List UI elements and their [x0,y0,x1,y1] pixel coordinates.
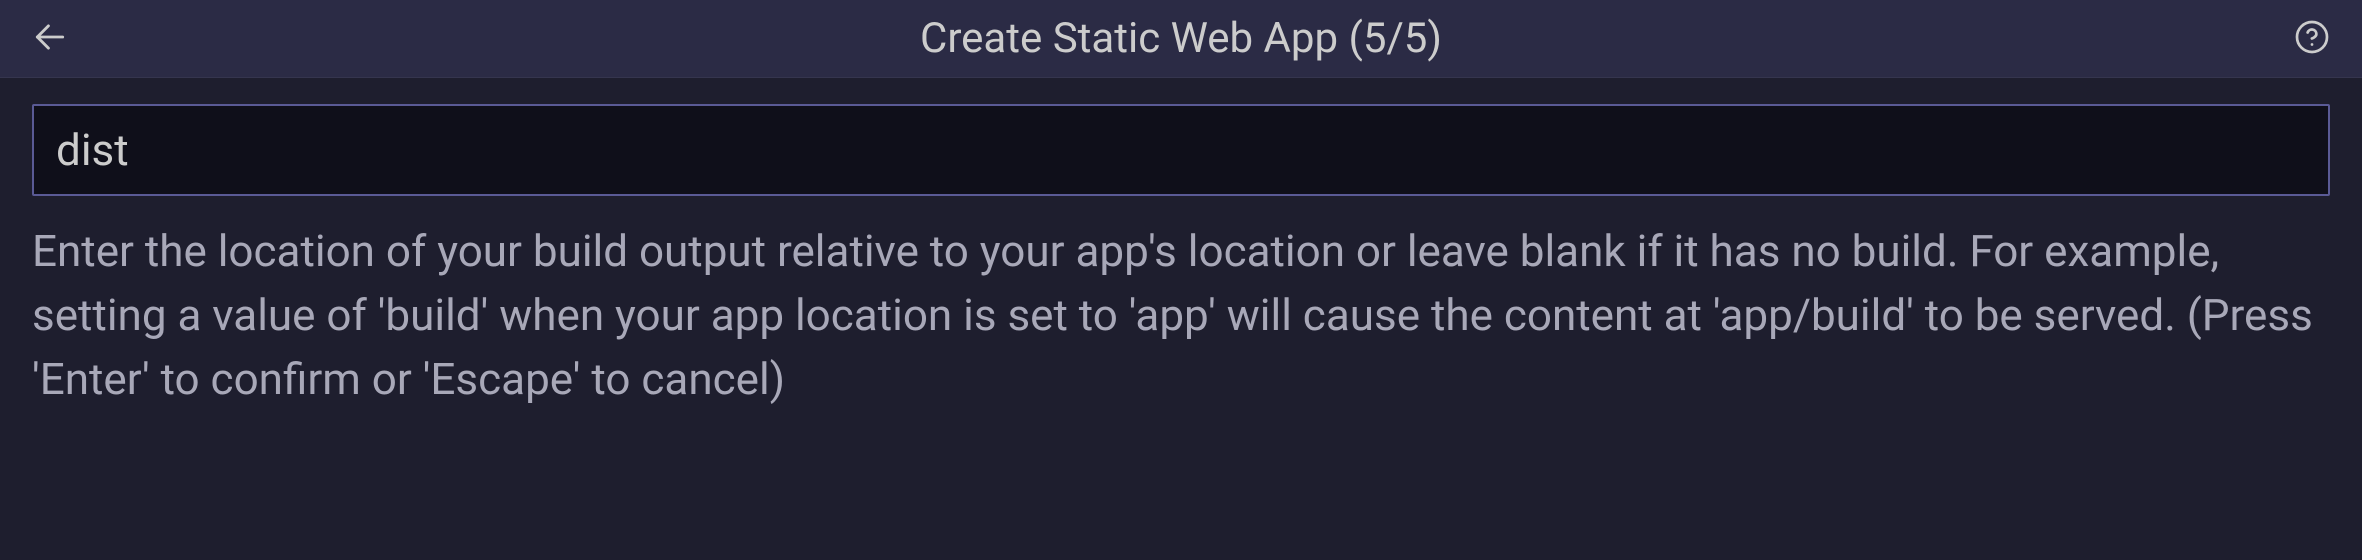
arrow-left-icon [31,18,69,60]
dialog-content: Enter the location of your build output … [0,78,2362,560]
help-circle-icon [2294,19,2330,59]
help-button[interactable] [2290,17,2334,61]
build-output-location-input[interactable] [32,104,2330,196]
dialog-title: Create Static Web App (5/5) [72,14,2290,63]
back-button[interactable] [28,17,72,61]
dialog-header: Create Static Web App (5/5) [0,0,2362,78]
input-description: Enter the location of your build output … [32,220,2330,411]
